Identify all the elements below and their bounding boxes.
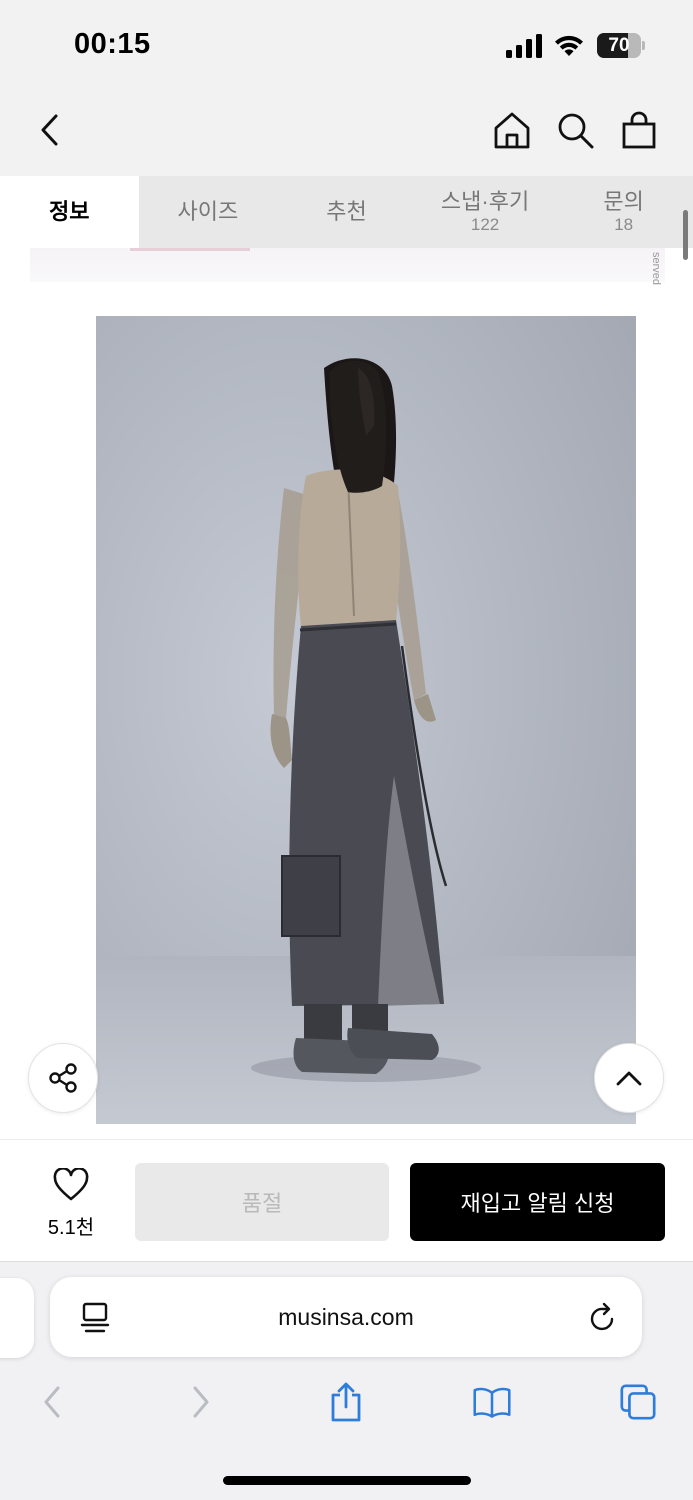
tab-snap-review[interactable]: 스냅·후기 122: [416, 176, 555, 248]
product-photo: [96, 316, 636, 1124]
tab-label: 사이즈: [177, 199, 239, 224]
cellular-signal-icon: [506, 34, 542, 58]
tab-label: 추천: [326, 199, 367, 224]
wifi-icon: [555, 35, 583, 56]
divider: [130, 248, 250, 251]
home-icon[interactable]: [490, 108, 534, 152]
share-button[interactable]: [28, 1043, 98, 1113]
restock-alert-button[interactable]: 재입고 알림 신청: [410, 1163, 665, 1241]
scroll-indicator[interactable]: [683, 210, 688, 260]
tab-recommend[interactable]: 추천: [277, 176, 416, 248]
previous-tab-edge[interactable]: [0, 1278, 34, 1358]
heart-icon: [53, 1167, 89, 1201]
tabs-icon[interactable]: [618, 1380, 658, 1424]
reload-icon[interactable]: [588, 1301, 618, 1333]
product-tabs: 정보 사이즈 추천 스냅·후기 122 문의 18: [0, 176, 693, 248]
status-bar: 00:15 70: [0, 0, 693, 90]
address-bar[interactable]: musinsa.com: [50, 1277, 642, 1357]
back-chevron-icon[interactable]: [28, 108, 72, 152]
sold-out-button[interactable]: 품절: [135, 1163, 389, 1241]
tab-size[interactable]: 사이즈: [139, 176, 278, 248]
home-indicator[interactable]: [223, 1476, 471, 1485]
copyright-text: served: [650, 252, 662, 286]
tab-label: 문의: [603, 189, 644, 214]
previous-image-edge: [30, 248, 665, 282]
browser-toolbar: musinsa.com: [0, 1261, 693, 1500]
battery-level: 70: [608, 35, 630, 56]
tab-inquiry[interactable]: 문의 18: [554, 176, 693, 248]
like-count: 5.1천: [47, 1217, 95, 1239]
chevron-up-icon: [616, 1071, 642, 1086]
back-icon[interactable]: [32, 1380, 72, 1424]
tab-count: 18: [614, 215, 634, 234]
tab-info[interactable]: 정보: [0, 176, 139, 248]
tab-label: 스냅·후기: [440, 189, 530, 214]
app-header: [0, 90, 693, 176]
like-button[interactable]: 5.1천: [36, 1167, 106, 1240]
battery-indicator: 70: [597, 33, 645, 58]
purchase-bar: 5.1천 품절 재입고 알림 신청: [0, 1139, 693, 1261]
search-icon[interactable]: [553, 108, 597, 152]
share-sheet-icon[interactable]: [326, 1380, 366, 1424]
scroll-to-top-button[interactable]: [594, 1043, 664, 1113]
bookmarks-icon[interactable]: [472, 1380, 512, 1424]
url-text: musinsa.com: [278, 1304, 414, 1330]
tab-label: 정보: [49, 199, 90, 224]
share-icon: [49, 1063, 77, 1093]
shopping-bag-icon[interactable]: [617, 108, 661, 152]
status-time: 00:15: [74, 28, 151, 60]
tab-count: 122: [470, 215, 500, 234]
forward-icon[interactable]: [181, 1380, 221, 1424]
